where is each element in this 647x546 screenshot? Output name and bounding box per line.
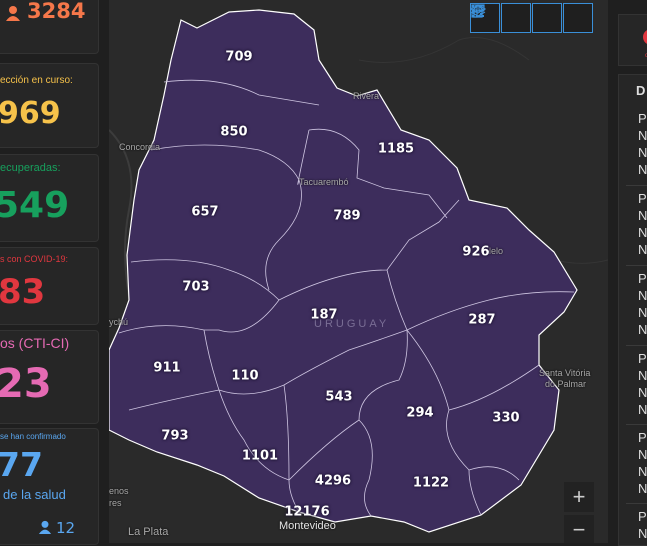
- place-label: do Palmar: [545, 379, 587, 389]
- health-workers-card: se han confirmado 77 de la salud 12: [0, 428, 99, 545]
- health-bottom-label: de la salud: [3, 487, 66, 502]
- list-item: N: [638, 464, 647, 479]
- active-cases-value: 969: [0, 96, 61, 131]
- icu-label: os (CTI-CI): [0, 335, 70, 351]
- person-icon: [38, 520, 52, 534]
- list-item: Pa: [638, 111, 647, 126]
- list-item: N: [638, 145, 647, 160]
- qr-icon: [471, 4, 485, 18]
- list-item: N: [638, 305, 647, 320]
- list-item: N: [638, 402, 647, 417]
- list-item: N: [638, 447, 647, 462]
- place-label: Rivera: [353, 91, 380, 101]
- department-value-florida[interactable]: 543: [325, 390, 352, 405]
- department-value-montevideo[interactable]: 12176: [284, 505, 329, 520]
- details-panel: c D Pa N N N Pa N N N Pa N N N Pa N N N …: [611, 0, 647, 546]
- department-value-cerro-largo[interactable]: 926: [462, 245, 489, 260]
- department-value-soriano[interactable]: 911: [153, 361, 180, 376]
- list-item: N: [638, 225, 647, 240]
- legend-button[interactable]: [472, 3, 531, 33]
- health-top-label: se han confirmado: [0, 432, 66, 441]
- department-value-rivera[interactable]: 1185: [378, 142, 414, 157]
- department-value-canelones[interactable]: 4296: [315, 474, 351, 489]
- list-item: N: [638, 322, 647, 337]
- place-label: Montevideo: [279, 520, 336, 532]
- total-cases-card: 3284: [0, 0, 99, 54]
- list-item: N: [638, 162, 647, 177]
- list-item: N: [638, 526, 647, 541]
- recovered-card: ecuperadas: 549: [0, 154, 99, 242]
- list-item: Pa: [638, 191, 647, 206]
- list-item: Pa: [638, 351, 647, 366]
- total-cases-value: 3284: [27, 0, 86, 23]
- divider: [626, 503, 647, 504]
- divider: [626, 424, 647, 425]
- layers-button[interactable]: [470, 3, 562, 33]
- details-header: D: [636, 83, 646, 98]
- department-value-tacuarembo[interactable]: 789: [333, 209, 360, 224]
- list-item: N: [638, 128, 647, 143]
- place-label: Concordia: [119, 142, 161, 152]
- recovered-value: 549: [0, 185, 70, 226]
- status-card: c: [618, 14, 647, 66]
- department-value-treinta-y-tres[interactable]: 287: [468, 313, 495, 328]
- department-value-durazno[interactable]: 187: [310, 308, 337, 323]
- department-value-san-jose[interactable]: 1101: [242, 449, 278, 464]
- list-item: N: [638, 208, 647, 223]
- department-value-rocha[interactable]: 330: [492, 411, 519, 426]
- department-value-colonia[interactable]: 793: [161, 429, 188, 444]
- divider: [626, 185, 647, 186]
- list-item: Pa: [638, 430, 647, 445]
- department-value-artigas[interactable]: 709: [225, 50, 252, 65]
- deaths-label: s con COVID-19:: [0, 254, 69, 264]
- divider: [626, 345, 647, 346]
- divider: [626, 265, 647, 266]
- department-value-rio-negro[interactable]: 703: [182, 280, 209, 295]
- place-label: lelo: [489, 246, 504, 256]
- department-value-paysandu[interactable]: 657: [191, 205, 218, 220]
- recovered-label: ecuperadas:: [0, 162, 61, 174]
- zoom-out-button[interactable]: −: [564, 515, 594, 543]
- map-view[interactable]: Rivera Concordia Tacuarembó lelo ychú Sa…: [109, 0, 608, 543]
- list-item: N: [638, 368, 647, 383]
- list-item: Pa: [638, 271, 647, 286]
- status-dot-icon: [643, 29, 647, 45]
- place-label: La Plata: [128, 526, 169, 538]
- deaths-value: 83: [0, 272, 46, 312]
- list-item: Pa: [638, 509, 647, 524]
- health-sub-value: 12: [56, 519, 76, 537]
- place-label: res: [109, 498, 122, 508]
- deaths-card: s con COVID-19: 83: [0, 247, 99, 325]
- details-list[interactable]: D Pa N N N Pa N N N Pa N N N Pa N N N Pa…: [618, 74, 647, 546]
- list-item: N: [638, 242, 647, 257]
- uruguay-map: [109, 9, 608, 533]
- stats-panel: 3284 ección en curso: 969 ecuperadas: 54…: [0, 0, 104, 545]
- place-label: ychú: [109, 317, 129, 327]
- list-item: N: [638, 288, 647, 303]
- department-value-lavalleja[interactable]: 294: [406, 406, 433, 421]
- place-label: enos: [109, 486, 129, 496]
- department-value-maldonado[interactable]: 1122: [413, 476, 449, 491]
- list-item: N: [638, 481, 647, 496]
- place-label: Santa Vitória: [539, 368, 591, 378]
- department-value-flores[interactable]: 110: [231, 369, 258, 384]
- active-cases-card: ección en curso: 969: [0, 63, 99, 148]
- health-value: 77: [0, 445, 43, 484]
- place-label: Tacuarembó: [299, 177, 349, 187]
- person-icon: [6, 6, 20, 21]
- active-cases-label: ección en curso:: [0, 75, 73, 86]
- qr-button[interactable]: [471, 3, 593, 33]
- icu-card: os (CTI-CI) 23: [0, 330, 99, 424]
- department-value-salto[interactable]: 850: [220, 125, 247, 140]
- zoom-in-button[interactable]: +: [564, 482, 594, 512]
- list-item: N: [638, 385, 647, 400]
- icu-value: 23: [0, 361, 52, 407]
- map-toolbar: [470, 3, 593, 33]
